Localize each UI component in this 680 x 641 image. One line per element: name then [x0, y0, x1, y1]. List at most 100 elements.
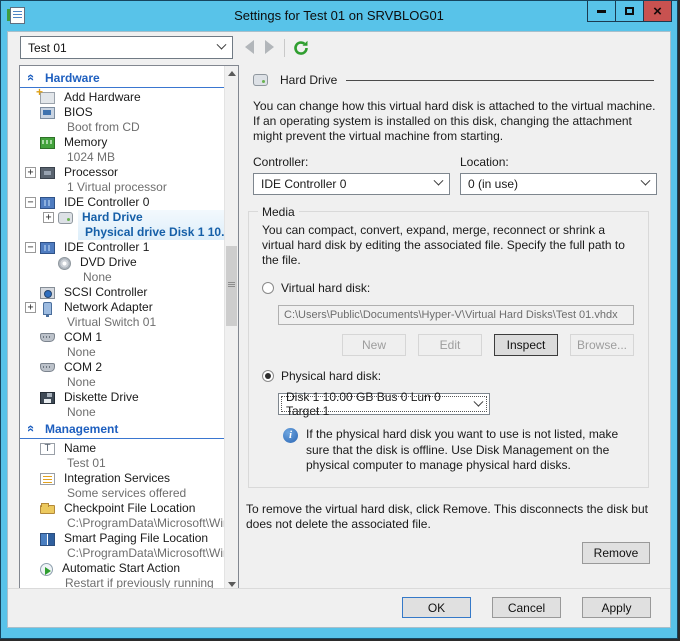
item-text: COM 2 None — [60, 360, 106, 390]
controller-value: IDE Controller 0 — [261, 176, 347, 191]
navigate-back-button[interactable] — [245, 40, 259, 56]
scroll-up-icon[interactable] — [225, 66, 238, 80]
item-text: Smart Paging File Location C:\ProgramData… — [60, 531, 224, 561]
virtual-disk-path-input[interactable] — [278, 305, 634, 326]
hard-drive-icon — [58, 212, 73, 224]
item-label: Automatic Start Action — [62, 561, 181, 575]
browse-button[interactable]: Browse... — [570, 334, 634, 357]
sidebar-item-bios[interactable]: BIOS Boot from CD — [20, 105, 224, 135]
sidebar-item-hard-drive[interactable]: + Hard Drive Physical drive Disk 1 10... — [20, 210, 224, 240]
scrollbar-thumb[interactable] — [226, 246, 237, 326]
item-sublabel: Boot from CD — [67, 120, 140, 134]
physical-hard-disk-radio[interactable] — [262, 370, 274, 383]
inspect-button[interactable]: Inspect — [494, 334, 558, 357]
sidebar-section-management[interactable]: Management — [20, 420, 224, 439]
refresh-icon — [294, 40, 308, 55]
sidebar-item-memory[interactable]: Memory 1024 MB — [20, 135, 224, 165]
window-title: Settings for Test 01 on SRVBLOG01 — [234, 8, 444, 23]
controller-label: Controller: — [253, 154, 309, 169]
item-text: COM 1 None — [60, 330, 106, 360]
offline-disk-info: If the physical hard disk you want to us… — [283, 427, 635, 473]
item-text: Automatic Start Action Restart if previou… — [58, 561, 218, 591]
navigate-forward-button[interactable] — [265, 40, 279, 56]
apply-button[interactable]: Apply — [582, 597, 651, 618]
sidebar-item-smart-paging-file-location[interactable]: Smart Paging File Location C:\ProgramData… — [20, 531, 224, 561]
chevron-down-icon — [216, 39, 227, 50]
cancel-button[interactable]: Cancel — [492, 597, 561, 618]
panel-header: Hard Drive — [253, 73, 654, 87]
smart-paging-icon — [40, 533, 55, 546]
sidebar-item-add-hardware[interactable]: Add Hardware — [20, 85, 224, 105]
item-text: Checkpoint File Location C:\ProgramData\M… — [60, 501, 224, 531]
sidebar-item-com-1[interactable]: COM 1 None — [20, 330, 224, 360]
new-button[interactable]: New — [342, 334, 406, 357]
physical-hard-disk-option[interactable]: Physical hard disk: — [262, 369, 636, 383]
com-port-icon — [40, 363, 55, 372]
expand-plus-icon[interactable]: + — [25, 167, 36, 178]
toolbar: Test 01 — [8, 32, 670, 65]
sidebar-item-diskette-drive[interactable]: Diskette Drive None — [20, 390, 224, 420]
close-button[interactable]: × — [643, 1, 672, 22]
sidebar-section-hardware[interactable]: Hardware — [20, 69, 224, 88]
media-description: You can compact, convert, expand, merge,… — [262, 222, 625, 268]
collapse-chevron-icon[interactable] — [26, 70, 38, 85]
ok-button[interactable]: OK — [402, 597, 471, 618]
remove-button[interactable]: Remove — [582, 541, 650, 564]
item-label: Add Hardware — [64, 90, 141, 104]
item-label: COM 1 — [64, 330, 103, 344]
expand-plus-icon[interactable]: + — [25, 302, 36, 313]
remove-button-row: Remove — [253, 541, 650, 564]
refresh-button[interactable] — [292, 39, 310, 57]
header-rule — [346, 79, 654, 81]
sidebar-item-checkpoint-file-location[interactable]: Checkpoint File Location C:\ProgramData\M… — [20, 501, 224, 531]
sidebar-item-network-adapter[interactable]: + Network Adapter Virtual Switch 01 — [20, 300, 224, 330]
chevron-down-icon — [433, 175, 444, 186]
edit-button[interactable]: Edit — [418, 334, 482, 357]
item-sublabel: C:\ProgramData\Microsoft\Win... — [67, 546, 224, 560]
section-label: Management — [45, 421, 119, 436]
vm-selector-dropdown[interactable]: Test 01 — [20, 36, 233, 59]
dialog-footer: OK Cancel Apply — [8, 588, 670, 627]
controller-dropdown[interactable]: IDE Controller 0 — [253, 172, 450, 195]
sidebar-scrollbar[interactable] — [224, 66, 238, 591]
item-text: Diskette Drive None — [60, 390, 143, 420]
sidebar-item-ide-controller-1[interactable]: − IDE Controller 1 — [20, 240, 224, 255]
toolbar-separator — [284, 39, 285, 57]
checkpoint-location-icon — [40, 503, 55, 514]
sidebar-item-integration-services[interactable]: Integration Services Some services offere… — [20, 471, 224, 501]
maximize-button[interactable] — [615, 1, 644, 22]
item-label: Network Adapter — [64, 300, 153, 314]
virtual-hard-disk-option[interactable]: Virtual hard disk: — [262, 281, 636, 295]
item-sublabel: Virtual Switch 01 — [67, 315, 157, 329]
sidebar-item-dvd-drive[interactable]: DVD Drive None — [20, 255, 224, 285]
collapse-minus-icon[interactable]: − — [25, 197, 36, 208]
sidebar-item-automatic-start-action[interactable]: Automatic Start Action Restart if previou… — [20, 561, 224, 591]
sidebar-item-scsi-controller[interactable]: SCSI Controller — [20, 285, 224, 300]
collapse-minus-icon[interactable]: − — [25, 242, 36, 253]
back-arrow-icon — [245, 40, 254, 54]
sidebar-item-com-2[interactable]: COM 2 None — [20, 360, 224, 390]
location-dropdown[interactable]: 0 (in use) — [460, 172, 657, 195]
network-adapter-icon — [43, 302, 52, 317]
scsi-controller-icon — [40, 287, 55, 299]
sidebar-item-ide-controller-0[interactable]: − IDE Controller 0 — [20, 195, 224, 210]
expand-plus-icon[interactable]: + — [43, 212, 54, 223]
collapse-chevron-icon[interactable] — [26, 421, 38, 436]
virtual-hard-disk-radio[interactable] — [262, 282, 274, 295]
virtual-hard-disk-label: Virtual hard disk: — [281, 281, 371, 296]
minimize-button[interactable] — [587, 1, 616, 22]
name-icon — [40, 443, 55, 455]
sidebar-item-processor[interactable]: + Processor 1 Virtual processor — [20, 165, 224, 195]
item-text: IDE Controller 0 — [60, 195, 153, 210]
sidebar-item-name[interactable]: NameTest 01 — [20, 441, 224, 471]
physical-disk-dropdown[interactable]: Disk 1 10.00 GB Bus 0 Lun 0 Target 1 — [278, 390, 490, 418]
item-sublabel: Physical drive Disk 1 10... — [85, 225, 224, 239]
location-value: 0 (in use) — [468, 176, 519, 191]
item-label: Processor — [64, 165, 119, 179]
